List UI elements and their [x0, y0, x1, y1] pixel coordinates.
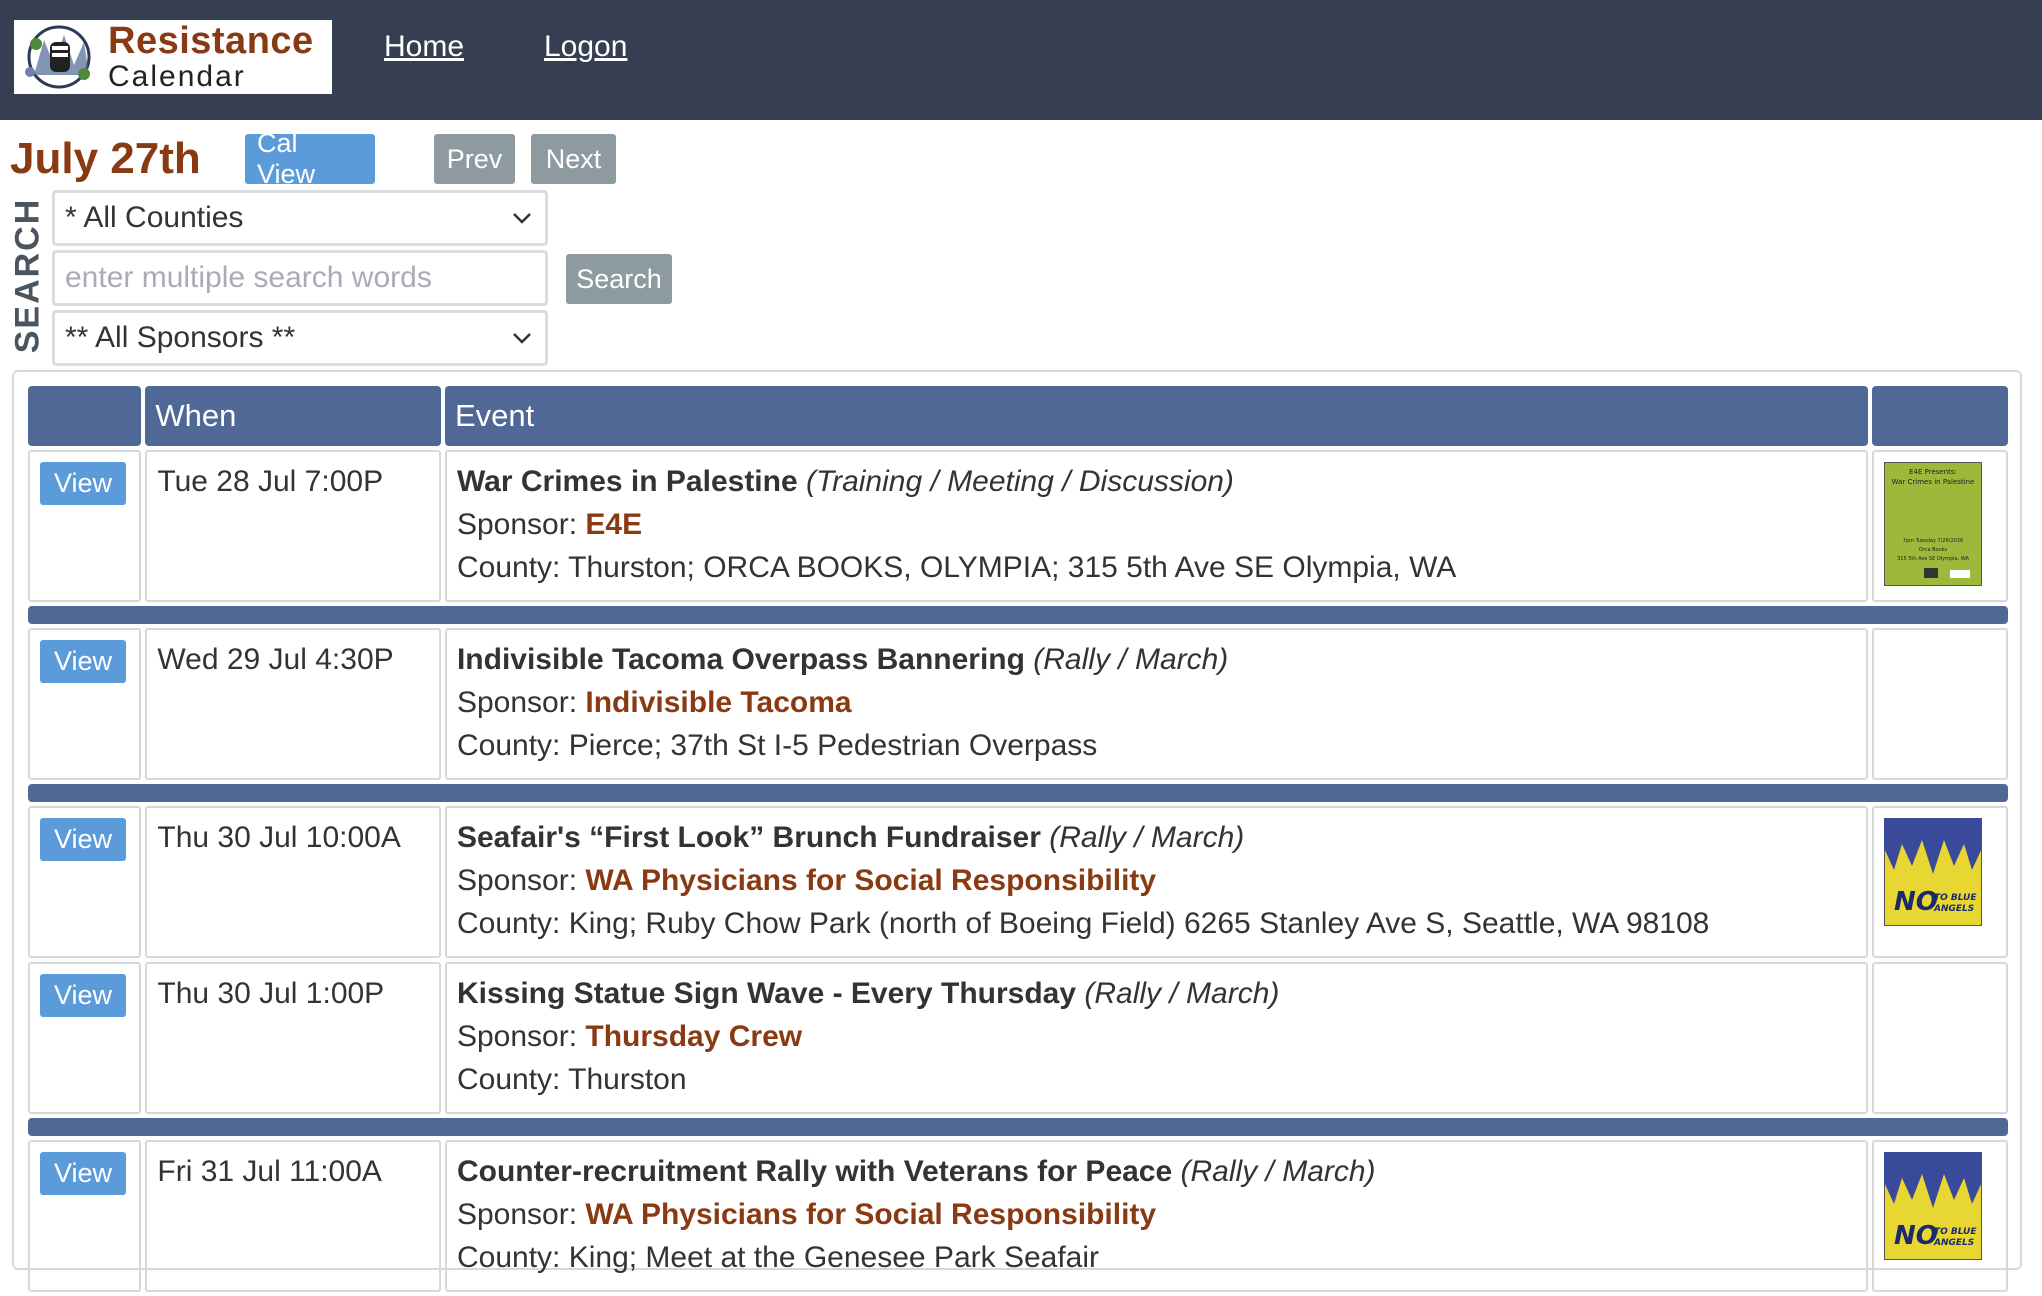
sponsor-link[interactable]: WA Physicians for Social Responsibility — [585, 864, 1156, 897]
event-when: Thu 30 Jul 10:00A — [145, 806, 441, 958]
event-thumb-cell: NO TO BLUE ANGELS — [1872, 1140, 2008, 1292]
svg-text:War Crimes in Palestine: War Crimes in Palestine — [1892, 478, 1975, 486]
svg-text:Orca Books: Orca Books — [1919, 547, 1948, 553]
event-when: Thu 30 Jul 1:00P — [145, 962, 441, 1114]
sponsor-label: Sponsor: — [456, 508, 586, 541]
event-title[interactable]: Seafair's “First Look” Brunch Fundraiser — [457, 821, 1041, 854]
sponsor-label: Sponsor: — [456, 864, 586, 897]
svg-text:NO: NO — [1894, 887, 1938, 917]
event-location: King; Meet at the Genesee Park Seafair — [568, 1241, 1100, 1274]
svg-text:ANGELS: ANGELS — [1933, 904, 1974, 914]
sponsor-link[interactable]: E4E — [585, 508, 642, 541]
search-button[interactable]: Search — [566, 254, 672, 304]
county-label: County: — [456, 1063, 569, 1096]
events-table: When Event View Tue 28 Jul 7:00P War Cri… — [24, 382, 2012, 1296]
county-label: County: — [456, 551, 569, 584]
svg-text:7pm Tuesday 7/28/2026: 7pm Tuesday 7/28/2026 — [1903, 538, 1963, 544]
search-input-placeholder: enter multiple search words — [65, 261, 432, 294]
svg-text:TO BLUE: TO BLUE — [1934, 893, 1977, 903]
table-header-row: When Event — [28, 386, 2008, 446]
view-button[interactable]: View — [40, 640, 127, 683]
event-title[interactable]: War Crimes in Palestine — [457, 465, 798, 498]
event-details: Kissing Statue Sign Wave - Every Thursda… — [444, 962, 1869, 1114]
sponsor-label: Sponsor: — [456, 1020, 586, 1053]
sponsor-label: Sponsor: — [456, 1198, 586, 1231]
header-cell-image — [1872, 386, 2008, 446]
nav-home-link[interactable]: Home — [384, 30, 464, 64]
next-button[interactable]: Next — [531, 134, 616, 184]
sponsor-link[interactable]: Thursday Crew — [585, 1020, 802, 1053]
county-label: County: — [456, 729, 569, 762]
event-title[interactable]: Counter-recruitment Rally with Veterans … — [457, 1155, 1172, 1188]
table-row: View Tue 28 Jul 7:00P War Crimes in Pale… — [28, 450, 2008, 602]
chevron-down-icon — [513, 213, 531, 224]
row-separator — [28, 1118, 2008, 1136]
event-poster-image[interactable]: E4E Presents: War Crimes in Palestine 7p… — [1884, 462, 1983, 586]
event-title[interactable]: Kissing Statue Sign Wave - Every Thursda… — [457, 977, 1076, 1010]
search-label: SEARCH — [8, 197, 47, 353]
event-thumb-cell: E4E Presents: War Crimes in Palestine 7p… — [1872, 450, 2008, 602]
sponsor-link[interactable]: Indivisible Tacoma — [585, 686, 851, 719]
header-cell-actions — [28, 386, 142, 446]
sponsor-select[interactable]: ** All Sponsors ** — [52, 310, 548, 366]
event-when: Fri 31 Jul 11:00A — [145, 1140, 441, 1292]
table-row: View Thu 30 Jul 1:00P Kissing Statue Sig… — [28, 962, 2008, 1114]
sponsor-select-value: ** All Sponsors ** — [65, 321, 296, 354]
svg-text:315 5th Ave SE Olympia, WA: 315 5th Ave SE Olympia, WA — [1897, 556, 1969, 562]
event-type: (Rally / March) — [1033, 643, 1229, 676]
view-button[interactable]: View — [40, 462, 127, 505]
sponsor-link[interactable]: WA Physicians for Social Responsibility — [585, 1198, 1156, 1231]
event-when: Wed 29 Jul 4:30P — [145, 628, 441, 780]
event-when: Tue 28 Jul 7:00P — [145, 450, 441, 602]
view-button[interactable]: View — [40, 1152, 127, 1195]
event-type: (Rally / March) — [1049, 821, 1245, 854]
cal-view-button[interactable]: Cal View — [245, 128, 375, 189]
county-select-value: * All Counties — [65, 201, 244, 234]
top-nav-bar: Resistance Calendar Home Logon — [0, 0, 2042, 120]
event-thumb-cell — [1872, 628, 2008, 780]
page-title: July 27th — [10, 134, 201, 183]
county-label: County: — [456, 907, 569, 940]
row-separator — [28, 606, 2008, 624]
search-input[interactable]: enter multiple search words — [52, 250, 548, 306]
table-row: View Wed 29 Jul 4:30P Indivisible Tacoma… — [28, 628, 2008, 780]
table-row: View Fri 31 Jul 11:00A Counter-recruitme… — [28, 1140, 2008, 1292]
svg-text:ANGELS: ANGELS — [1933, 1238, 1974, 1248]
event-location: Thurston — [568, 1063, 687, 1096]
svg-text:NO: NO — [1894, 1221, 1938, 1251]
event-location: Thurston; ORCA BOOKS, OLYMPIA; 315 5th A… — [568, 551, 1457, 584]
county-select[interactable]: * All Counties — [52, 190, 548, 246]
event-details: Counter-recruitment Rally with Veterans … — [444, 1140, 1869, 1292]
row-separator — [28, 784, 2008, 802]
svg-text:TO BLUE: TO BLUE — [1934, 1227, 1977, 1237]
event-details: Seafair's “First Look” Brunch Fundraiser… — [444, 806, 1869, 958]
view-button[interactable]: View — [40, 818, 127, 861]
event-thumb-cell: NO TO BLUE ANGELS — [1872, 806, 2008, 958]
county-label: County: — [456, 1241, 569, 1274]
event-location: Pierce; 37th St I-5 Pedestrian Overpass — [568, 729, 1098, 762]
event-type: (Rally / March) — [1084, 977, 1280, 1010]
event-details: Indivisible Tacoma Overpass Bannering (R… — [444, 628, 1869, 780]
event-location: King; Ruby Chow Park (north of Boeing Fi… — [568, 907, 1710, 940]
chevron-down-icon — [513, 333, 531, 344]
logo-title: Resistance — [108, 20, 314, 62]
table-row: View Thu 30 Jul 10:00A Seafair's “First … — [28, 806, 2008, 958]
event-details: War Crimes in Palestine (Training / Meet… — [444, 450, 1869, 602]
logo-subtitle: Calendar — [108, 60, 246, 93]
prev-button[interactable]: Prev — [434, 134, 515, 184]
svg-text:E4E Presents:: E4E Presents: — [1909, 468, 1957, 476]
events-table-container: When Event View Tue 28 Jul 7:00P War Cri… — [12, 370, 2022, 1292]
fist-logo-icon — [25, 25, 91, 89]
sponsor-label: Sponsor: — [456, 686, 586, 719]
nav-logon-link[interactable]: Logon — [544, 30, 627, 64]
event-type: (Rally / March) — [1180, 1155, 1376, 1188]
event-thumb-cell — [1872, 962, 2008, 1114]
view-button[interactable]: View — [40, 974, 127, 1017]
event-poster-image[interactable]: NO TO BLUE ANGELS — [1884, 818, 1983, 926]
event-title[interactable]: Indivisible Tacoma Overpass Bannering — [457, 643, 1025, 676]
header-cell-when: When — [145, 386, 441, 446]
header-cell-event: Event — [444, 386, 1869, 446]
site-logo[interactable]: Resistance Calendar — [14, 20, 332, 94]
event-type: (Training / Meeting / Discussion) — [806, 465, 1234, 498]
